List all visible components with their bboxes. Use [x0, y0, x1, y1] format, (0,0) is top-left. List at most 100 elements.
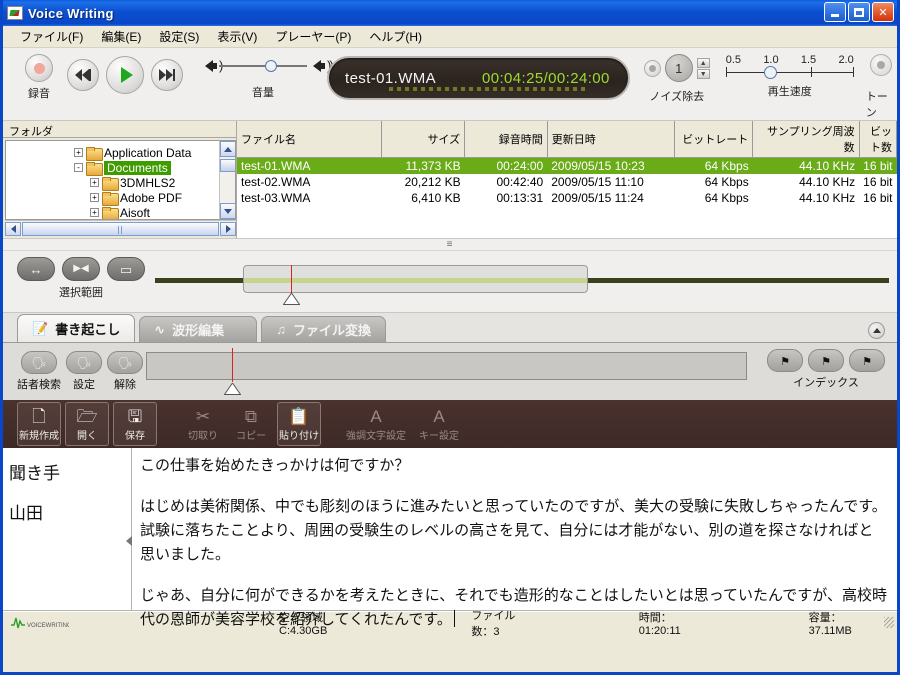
cut-button[interactable]: ✂ 切取り [181, 402, 225, 446]
folder-icon [86, 161, 103, 176]
tree-expander-icon[interactable]: + [90, 193, 99, 202]
overview-selection-box[interactable] [243, 265, 588, 293]
column-header-filename[interactable]: ファイル名 [237, 121, 382, 158]
detail-playhead[interactable] [232, 348, 233, 382]
noise-level-stepper[interactable]: ▲ ▼ [696, 57, 710, 79]
emphasis-settings-button[interactable]: A 強調文字設定 [345, 402, 407, 446]
paste-button[interactable]: 📋 貼り付け [277, 402, 321, 446]
forward-button[interactable] [151, 59, 183, 91]
speed-tick-labels: 0.5 1.0 1.5 2.0 [726, 54, 854, 66]
save-button[interactable]: 🖫 保存 [113, 402, 157, 446]
volume-slider[interactable] [205, 58, 332, 73]
overview-seek-bar[interactable] [155, 265, 889, 305]
tree-item-documents[interactable]: - Documents [6, 160, 235, 176]
minimize-button[interactable] [824, 2, 846, 22]
column-header-samplerate[interactable]: サンプリング周波数 [752, 121, 860, 158]
select-range-both-button[interactable]: ↔ [17, 257, 55, 281]
speaker-label-2: 山田 [9, 504, 43, 523]
menu-help[interactable]: ヘルプ(H) [360, 25, 431, 48]
speed-knob[interactable] [763, 66, 777, 79]
tree-item-label: 3DMHLS2 [120, 175, 176, 190]
tone-button[interactable] [870, 54, 893, 76]
volume-track[interactable] [219, 60, 307, 72]
playback-display: test-01.WMA 00:04:25/00:24:00 [327, 56, 630, 100]
editor-resize-handle-icon[interactable] [126, 536, 132, 546]
index-delete-button[interactable]: ⚑ [808, 349, 844, 372]
overview-playhead-handle-icon[interactable] [283, 293, 300, 305]
volume-knob[interactable] [265, 60, 277, 72]
scroll-right-button[interactable] [220, 221, 236, 236]
new-label: 新規作成 [19, 431, 59, 442]
menu-edit[interactable]: 編集(E) [92, 25, 150, 48]
detail-playhead-handle-icon[interactable] [224, 383, 241, 395]
application-window: Voice Writing ✕ ファイル(F) 編集(E) 設定(S) 表示(V… [0, 0, 900, 675]
cell-bitrate: 64 Kbps [674, 157, 753, 174]
table-row[interactable]: test-02.WMA 20,212 KB 00:42:40 2009/05/1… [237, 174, 897, 190]
tree-expander-icon[interactable]: + [74, 148, 83, 157]
tree-expander-icon[interactable]: + [90, 208, 99, 217]
record-button[interactable] [25, 54, 53, 82]
detail-seek-track[interactable] [146, 352, 747, 380]
tree-item-aisoft[interactable]: + Aisoft [6, 205, 235, 219]
column-header-bitrate[interactable]: ビットレート [674, 121, 754, 158]
tab-transcription[interactable]: 📝 書き起こし [17, 314, 136, 342]
tree-horizontal-scrollbar[interactable] [5, 220, 236, 236]
column-header-bitdepth[interactable]: ビット数 [859, 121, 898, 158]
paste-icon: 📋 [288, 406, 310, 426]
tree-item-application-data[interactable]: + Application Data [6, 145, 235, 161]
collapse-panel-button[interactable] [868, 322, 885, 339]
open-button[interactable]: 🗁 開く [65, 402, 109, 446]
hscroll-thumb[interactable] [22, 221, 219, 236]
save-disk-icon: 🖫 [127, 406, 143, 426]
rewind-button[interactable] [67, 59, 99, 91]
speed-slider[interactable] [725, 66, 854, 79]
column-header-duration[interactable]: 録音時間 [464, 121, 548, 158]
folder-tree[interactable]: + Application Data - Documents + 3DMHLS2 [5, 140, 236, 220]
noise-level-value: 1 [664, 54, 693, 82]
menu-file[interactable]: ファイル(F) [11, 25, 92, 48]
maximize-button[interactable] [848, 2, 870, 22]
copy-button[interactable]: ⧉ コピー [229, 402, 273, 446]
table-row[interactable]: test-03.WMA 6,410 KB 00:13:31 2009/05/15… [237, 190, 897, 206]
cell-bitdepth: 16 bit [863, 191, 893, 205]
menu-view[interactable]: 表示(V) [208, 25, 266, 48]
play-button[interactable] [106, 56, 144, 94]
speaker-clear-button[interactable]: 🗣 解除 [107, 349, 143, 392]
transcript-text-area[interactable]: この仕事を始めたきっかけは何ですか？ はじめは美術関係、中でも彫刻のほうに進みた… [126, 448, 897, 628]
new-button[interactable]: 🗋 新規作成 [17, 402, 61, 446]
index-next-button[interactable]: ⚑ [849, 349, 885, 372]
tree-item-3dmhls2[interactable]: + 3DMHLS2 [6, 175, 235, 191]
scroll-left-button[interactable] [5, 221, 21, 236]
pane-splitter[interactable]: ≡ [3, 239, 897, 251]
column-header-modified[interactable]: 更新日時 [547, 121, 676, 158]
menu-settings[interactable]: 設定(S) [150, 25, 208, 48]
index-add-button[interactable]: ⚑ [767, 349, 803, 372]
key-settings-button[interactable]: A キー設定 [411, 402, 467, 446]
text-caret [453, 610, 455, 627]
noise-toggle-button[interactable] [643, 59, 661, 77]
cell-size: 6,410 KB [411, 191, 461, 205]
speaker-settings-button[interactable]: 🗣 設定 [66, 349, 102, 392]
transcribe-icon: 📝 [32, 320, 49, 336]
table-row[interactable]: test-01.WMA 11,373 KB 00:24:00 2009/05/1… [237, 157, 897, 174]
speaker-search-button[interactable]: 🗣 話者検索 [17, 349, 61, 392]
tree-vertical-scrollbar[interactable] [219, 141, 235, 219]
speaker-column[interactable]: 聞き手 山田 [3, 448, 132, 610]
select-range-inner-button[interactable]: ▶◀ [62, 257, 100, 281]
tab-waveform-edit[interactable]: ∿ 波形編集 [139, 316, 258, 342]
overview-playhead[interactable] [291, 265, 292, 293]
scroll-thumb[interactable] [220, 159, 235, 172]
close-button[interactable]: ✕ [872, 2, 894, 22]
scroll-up-button[interactable] [220, 141, 235, 157]
tree-expander-icon[interactable]: + [90, 178, 99, 187]
tab-file-convert[interactable]: ♫ ファイル変換 [261, 316, 386, 342]
column-header-size[interactable]: サイズ [381, 121, 466, 158]
tree-item-adobe-pdf[interactable]: + Adobe PDF [6, 190, 235, 206]
speed-tick-2: 1.5 [800, 54, 817, 66]
scroll-down-button[interactable] [220, 203, 235, 219]
menu-player[interactable]: プレーヤー(P) [266, 25, 360, 48]
select-range-clear-button[interactable]: ▭ [107, 257, 145, 281]
flag-delete-icon: ⚑ [821, 356, 831, 368]
cell-bitdepth: 16 bit [863, 175, 893, 189]
tree-expander-icon[interactable]: - [74, 163, 83, 172]
